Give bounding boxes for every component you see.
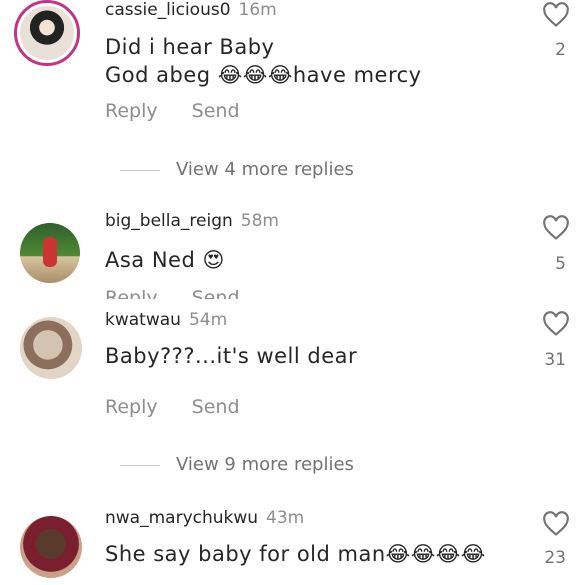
heart-outline-icon[interactable] [541,310,571,338]
view-more-replies-button[interactable]: View 4 more replies [120,159,354,180]
comment-text: Baby???...it's well dear [105,344,358,368]
comment-kwatwau: kwatwau 54m Baby???...it's well dear Repl… [0,300,584,460]
comment-time: 58m [240,211,279,231]
send-button[interactable]: Send [192,287,240,299]
comment-text: She say baby for old man😂😂😂😂 [105,542,486,566]
divider-line [120,464,160,466]
avatar[interactable] [20,317,82,379]
like-count: 2 [555,40,566,60]
avatar[interactable] [14,0,80,66]
view-more-replies-button[interactable]: View 9 more replies [120,454,354,475]
heart-outline-icon[interactable] [541,1,571,29]
comment-time: 16m [238,0,277,20]
send-button[interactable]: Send [192,396,240,418]
divider-line [120,169,160,171]
avatar[interactable] [20,516,82,578]
comment-actions: Reply Send [105,396,268,418]
comment-actions: Reply Send [105,100,268,122]
comment-time: 54m [188,310,228,330]
reply-button[interactable]: Reply [105,287,158,299]
heart-outline-icon[interactable] [541,510,571,538]
comment-username[interactable]: big_bella_reign 58m [105,211,279,231]
comment-username[interactable]: kwatwau 54m [105,310,227,330]
like-count: 5 [555,254,566,274]
heart-outline-icon[interactable] [541,214,571,242]
avatar[interactable] [20,223,80,283]
comment-username[interactable]: cassie_licious0 16m [105,0,277,20]
send-button[interactable]: Send [192,100,240,122]
comment-time: 43m [266,508,305,528]
like-count: 23 [544,548,566,568]
comment-text: Asa Ned 😍 [105,248,225,272]
comment-text: Did i hear Baby God abeg 😂😂😂have mercy [105,35,422,87]
like-count: 31 [544,350,566,370]
comment-actions: Reply Send [105,287,268,299]
reply-button[interactable]: Reply [105,396,158,418]
comment-username[interactable]: nwa_marychukwu 43m [105,508,304,528]
reply-button[interactable]: Reply [105,100,158,122]
